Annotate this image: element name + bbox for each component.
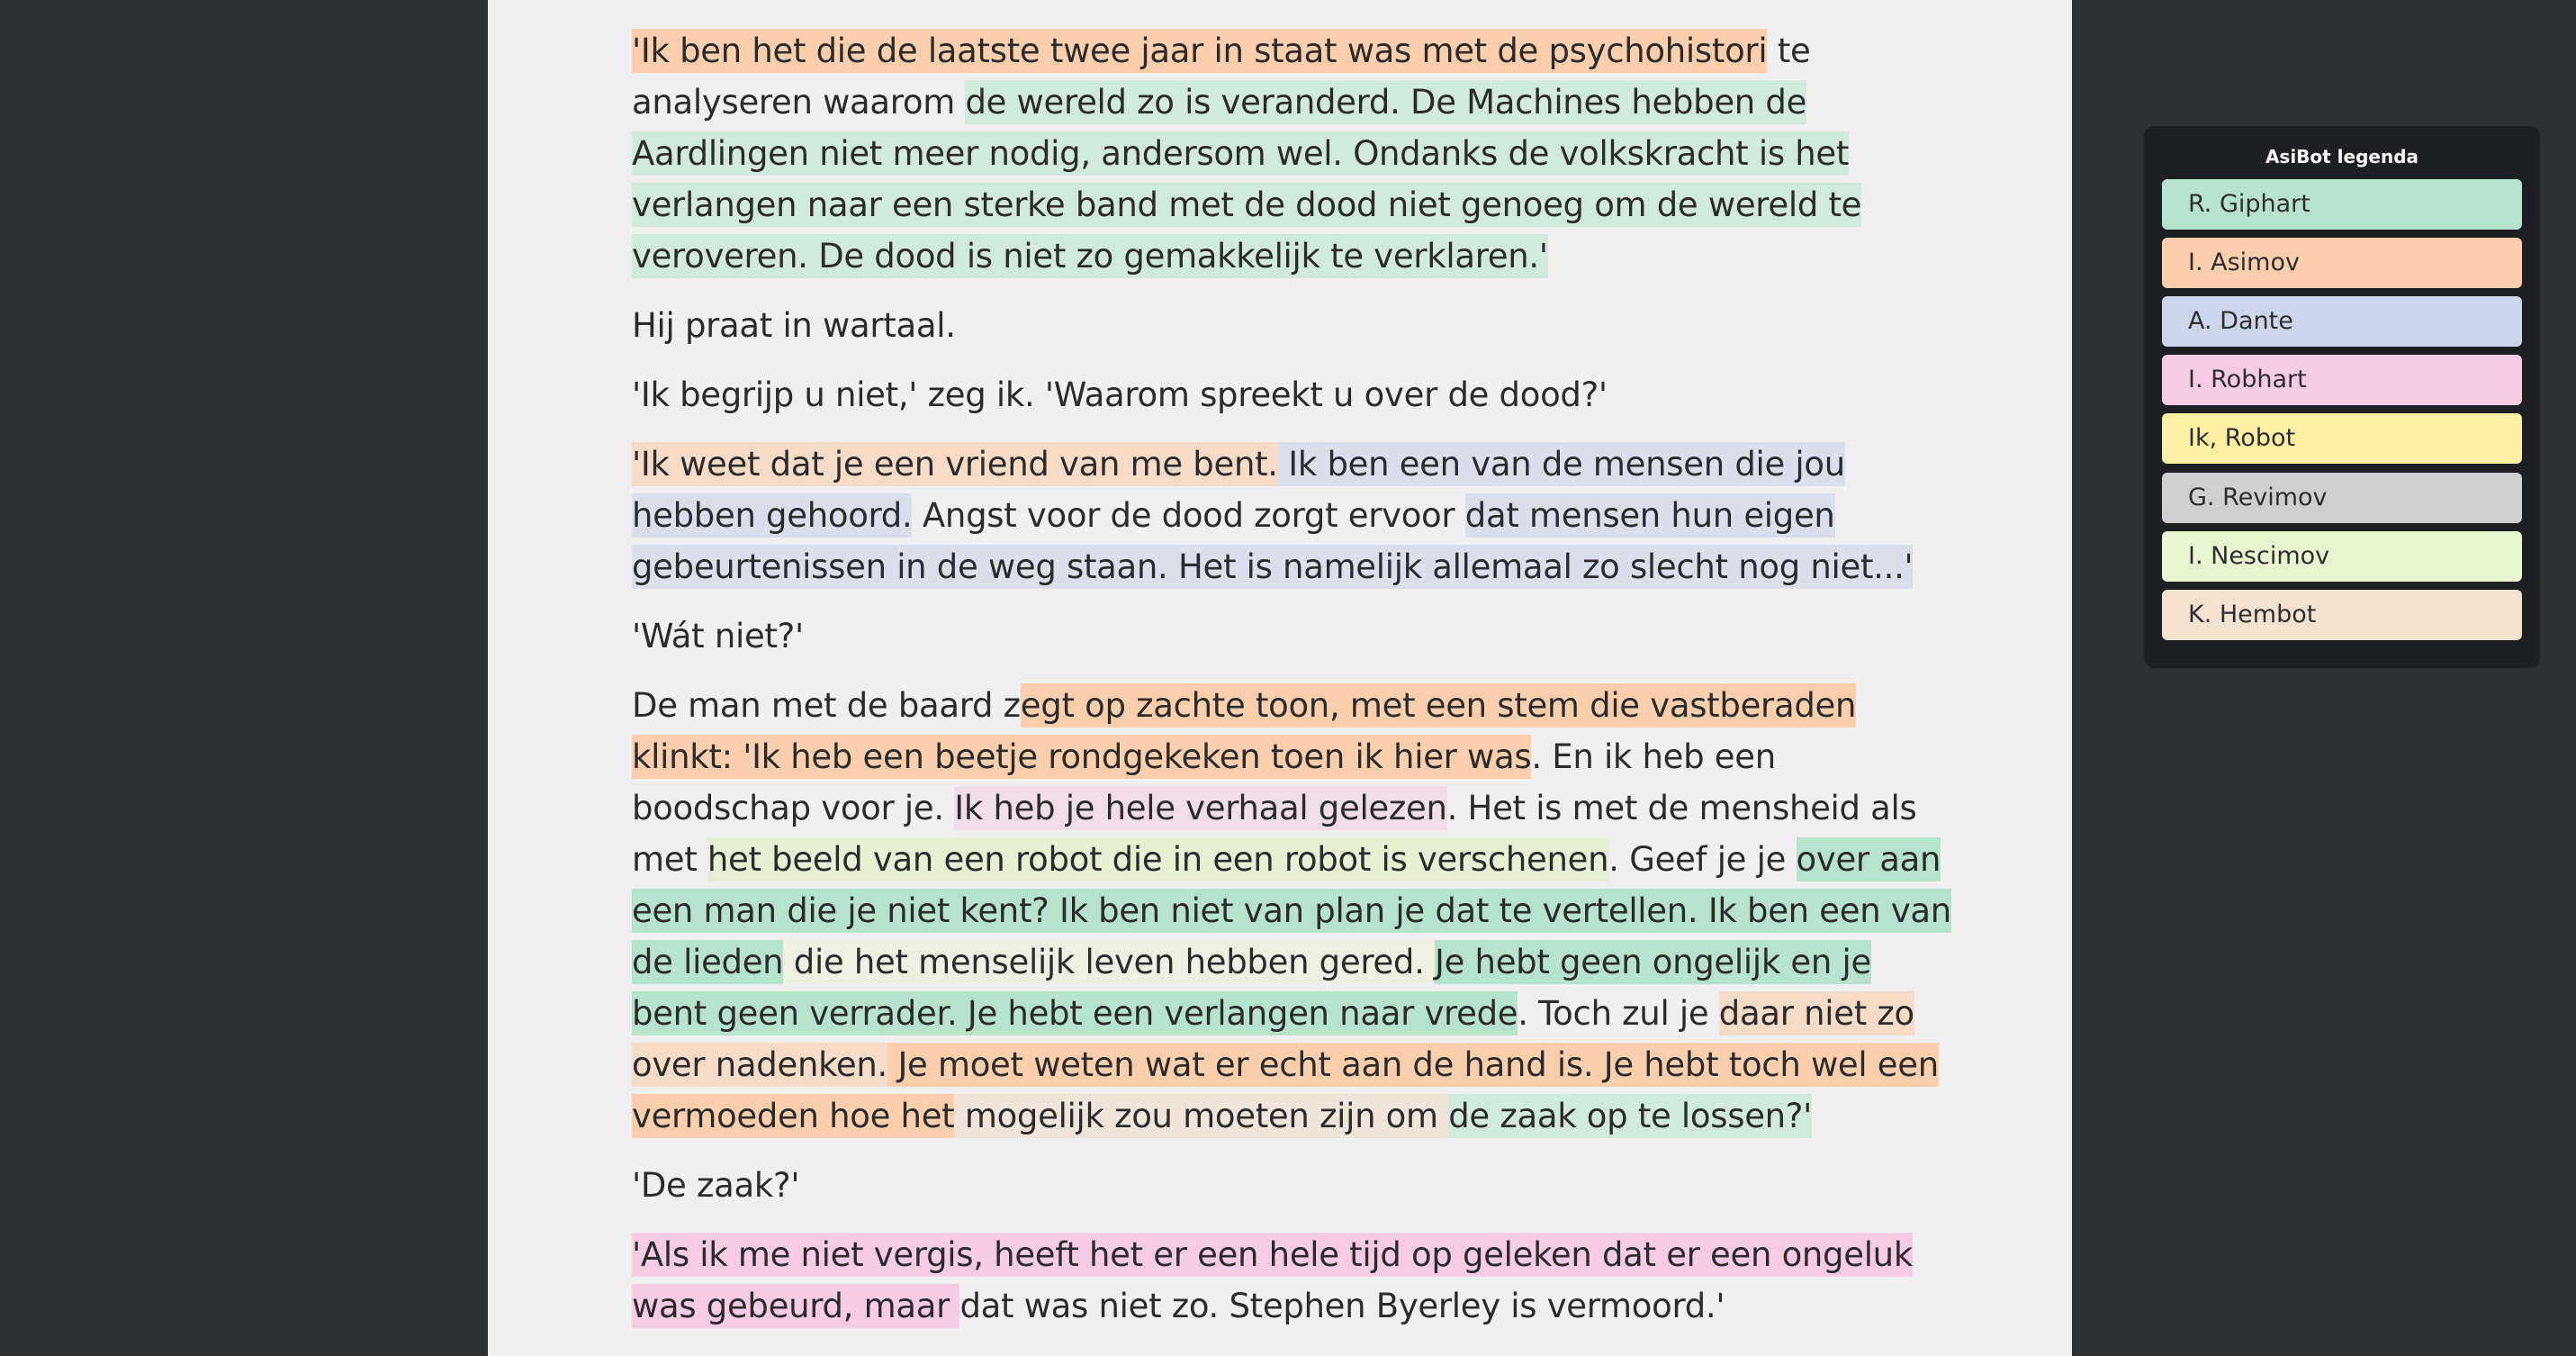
text-segment: die het menselijk leven hebben gered. [783,940,1436,984]
legend-item-a-dante[interactable]: A. Dante [2162,296,2522,347]
paragraph: 'Als ik me niet vergis, heeft het er een… [632,1229,1955,1332]
text-segment: De man met de baard z [632,686,1021,725]
paragraph: De man met de baard zegt op zachte toon,… [632,680,1955,1142]
paragraph: 'Wát niet?' [632,617,804,655]
legend-item-r-giphart[interactable]: R. Giphart [2162,179,2522,230]
text-segment: 'Ik weet dat je een vriend van me bent. [632,442,1278,486]
asibot-legend: AsiBot legenda R. Giphart I. Asimov A. D… [2144,126,2540,668]
legend-item-g-revimov[interactable]: G. Revimov [2162,473,2522,523]
text-segment: de zaak op te lossen?' [1448,1094,1812,1138]
text-segment: . Geef je je [1608,840,1797,879]
text-segment: 'Ik ben het die de laatste twee jaar in … [632,29,1768,73]
story-text: 'Ik ben het die de laatste twee jaar in … [632,25,1955,1350]
document-page: 'Ik ben het die de laatste twee jaar in … [488,0,2072,1356]
paragraph: Hij praat in wartaal. [632,306,956,345]
text-segment: mogelijk zou moeten zijn om [954,1094,1449,1138]
legend-title: AsiBot legenda [2265,146,2419,167]
legend-item-i-asimov[interactable]: I. Asimov [2162,238,2522,288]
legend-item-i-nescimov[interactable]: I. Nescimov [2162,531,2522,582]
text-segment: veroveren. De dood is niet zo gemakkelij… [632,234,1548,278]
legend-item-ik-robot[interactable]: Ik, Robot [2162,413,2522,464]
text-segment: dat was niet zo. Stephen Byerley is verm… [959,1287,1725,1325]
paragraph: 'De zaak?' [632,1166,800,1205]
paragraph: 'Ik weet dat je een vriend van me bent. … [632,438,1955,592]
legend-item-i-robhart[interactable]: I. Robhart [2162,355,2522,405]
paragraph: 'Ik ben het die de laatste twee jaar in … [632,25,1955,282]
paragraph: 'Ik begrijp u niet,' zeg ik. 'Waarom spr… [632,375,1608,414]
text-segment: . Toch zul je [1518,994,1719,1033]
text-segment: Ik heb je hele verhaal gelezen [954,786,1447,830]
text-segment: Angst voor de dood zorgt ervoor [912,496,1465,535]
text-segment: het beeld van een robot die in een robot… [707,837,1609,881]
legend-item-k-hembot[interactable]: K. Hembot [2162,590,2522,640]
